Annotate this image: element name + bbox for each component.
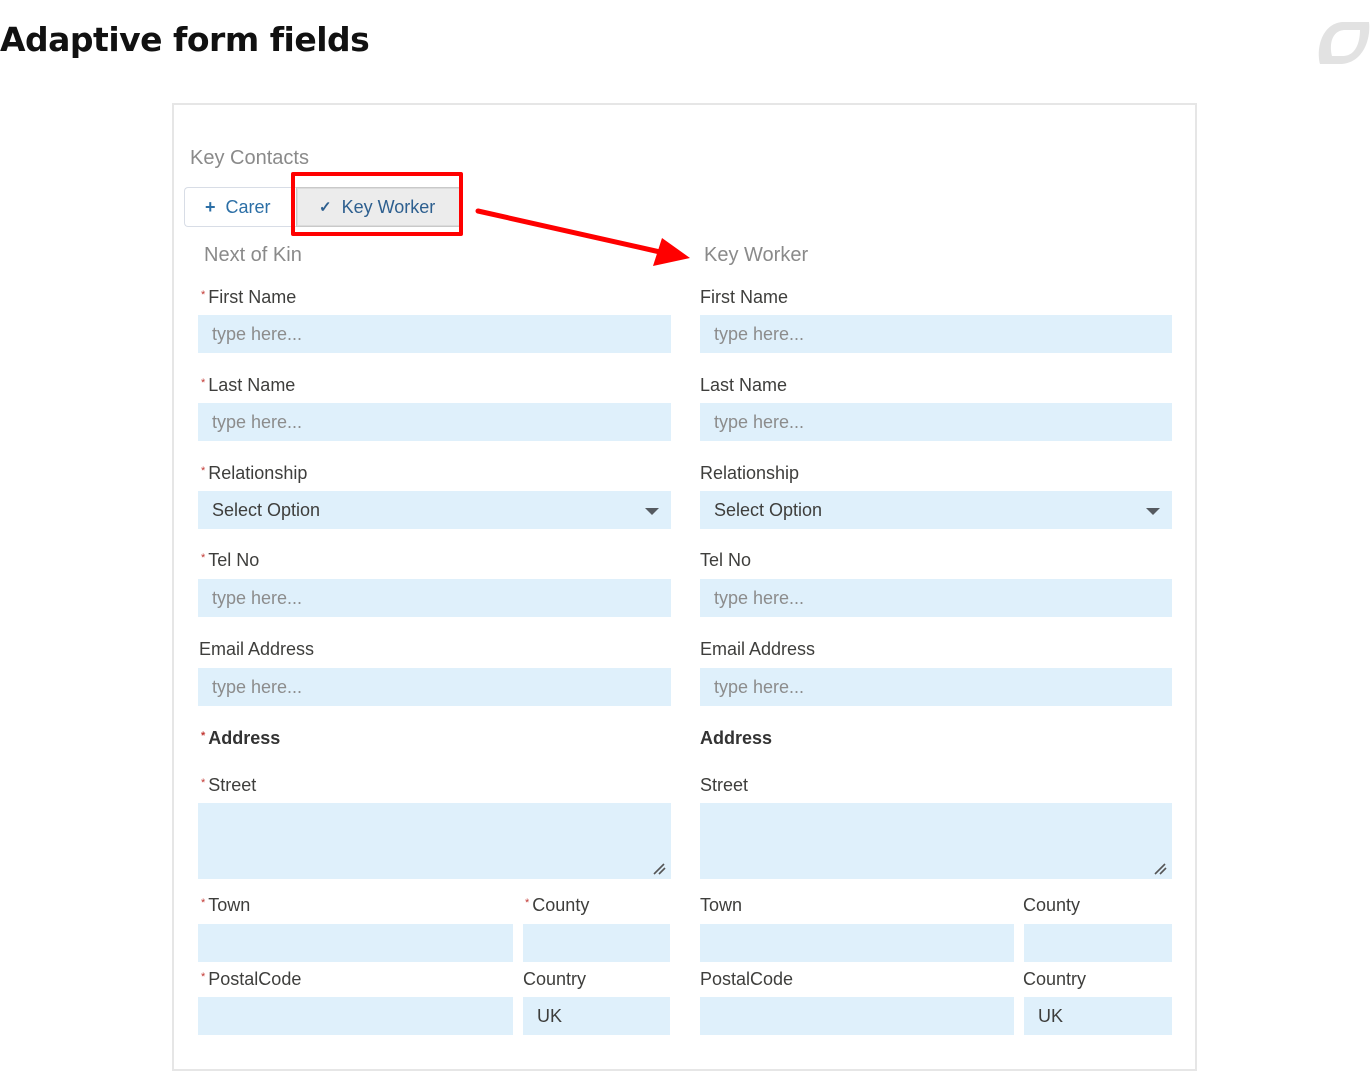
label-key-worker-tel-no: Tel No xyxy=(700,550,752,570)
label-last-name: * Last Name xyxy=(201,375,296,395)
input-county[interactable] xyxy=(523,924,670,962)
section-title-key-contacts: Key Contacts xyxy=(190,147,309,169)
resize-handle-icon[interactable] xyxy=(652,861,666,875)
label-relationship: * Relationship xyxy=(201,463,308,483)
input-key-worker-country[interactable]: UK xyxy=(1024,997,1172,1035)
input-country[interactable]: UK xyxy=(523,997,670,1035)
label-key-worker-last-name: Last Name xyxy=(700,375,788,395)
add-carer-button[interactable]: + Carer xyxy=(184,187,296,227)
required-marker: * xyxy=(525,897,530,909)
label-address: * Address xyxy=(201,728,281,748)
label-key-worker-first-name: First Name xyxy=(700,287,789,307)
key-worker-toggle-button[interactable]: ✓ Key Worker xyxy=(296,187,462,227)
required-marker: * xyxy=(201,465,206,477)
label-country: Country xyxy=(523,969,587,989)
label-key-worker-address: Address xyxy=(700,728,773,748)
required-marker: * xyxy=(201,971,206,983)
check-icon: ✓ xyxy=(319,199,332,216)
input-town[interactable] xyxy=(198,924,513,962)
required-marker: * xyxy=(201,897,206,909)
page-title: Adaptive form fields xyxy=(0,20,370,59)
label-town: * Town xyxy=(201,895,251,915)
required-marker: * xyxy=(201,777,206,789)
add-carer-label: Carer xyxy=(225,196,271,217)
label-key-worker-country: Country xyxy=(1023,969,1087,989)
label-key-worker-email-address: Email Address xyxy=(700,639,816,659)
resize-handle-icon[interactable] xyxy=(1153,861,1167,875)
label-email-address: Email Address xyxy=(199,639,315,659)
label-street: * Street xyxy=(201,775,257,795)
label-tel-no: * Tel No xyxy=(201,550,260,570)
plus-icon: + xyxy=(205,196,216,217)
input-tel-no[interactable]: type here... xyxy=(198,579,671,617)
label-key-worker-postal-code: PostalCode xyxy=(700,969,794,989)
chevron-down-icon xyxy=(1146,508,1160,515)
input-key-worker-county[interactable] xyxy=(1024,924,1172,962)
input-key-worker-email-address[interactable]: type here... xyxy=(700,668,1172,706)
textarea-key-worker-street[interactable] xyxy=(700,803,1172,879)
select-relationship[interactable]: Select Option xyxy=(198,491,671,529)
input-key-worker-town[interactable] xyxy=(700,924,1014,962)
column-heading-next-of-kin: Next of Kin xyxy=(204,244,302,266)
brand-logo-icon xyxy=(1318,22,1370,64)
required-marker: * xyxy=(201,289,206,301)
label-key-worker-street: Street xyxy=(700,775,749,795)
input-key-worker-last-name[interactable]: type here... xyxy=(700,403,1172,441)
label-key-worker-town: Town xyxy=(700,895,743,915)
column-heading-key-worker: Key Worker xyxy=(704,244,809,266)
input-key-worker-first-name[interactable]: type here... xyxy=(700,315,1172,353)
input-postal-code[interactable] xyxy=(198,997,513,1035)
key-worker-label: Key Worker xyxy=(341,196,436,217)
input-first-name[interactable]: type here... xyxy=(198,315,671,353)
required-marker: * xyxy=(201,552,206,564)
textarea-street[interactable] xyxy=(198,803,671,879)
input-key-worker-postal-code[interactable] xyxy=(700,997,1014,1035)
label-first-name: * First Name xyxy=(201,287,297,307)
input-key-worker-tel-no[interactable]: type here... xyxy=(700,579,1172,617)
required-marker: * xyxy=(201,730,206,742)
contact-type-button-group: + Carer ✓ Key Worker xyxy=(184,187,462,229)
input-last-name[interactable]: type here... xyxy=(198,403,671,441)
label-postal-code: * PostalCode xyxy=(201,969,302,989)
input-email-address[interactable]: type here... xyxy=(198,668,671,706)
select-key-worker-relationship[interactable]: Select Option xyxy=(700,491,1172,529)
label-key-worker-relationship: Relationship xyxy=(700,463,800,483)
label-key-worker-county: County xyxy=(1023,895,1081,915)
required-marker: * xyxy=(201,377,206,389)
label-county: * County xyxy=(525,895,590,915)
chevron-down-icon xyxy=(645,508,659,515)
